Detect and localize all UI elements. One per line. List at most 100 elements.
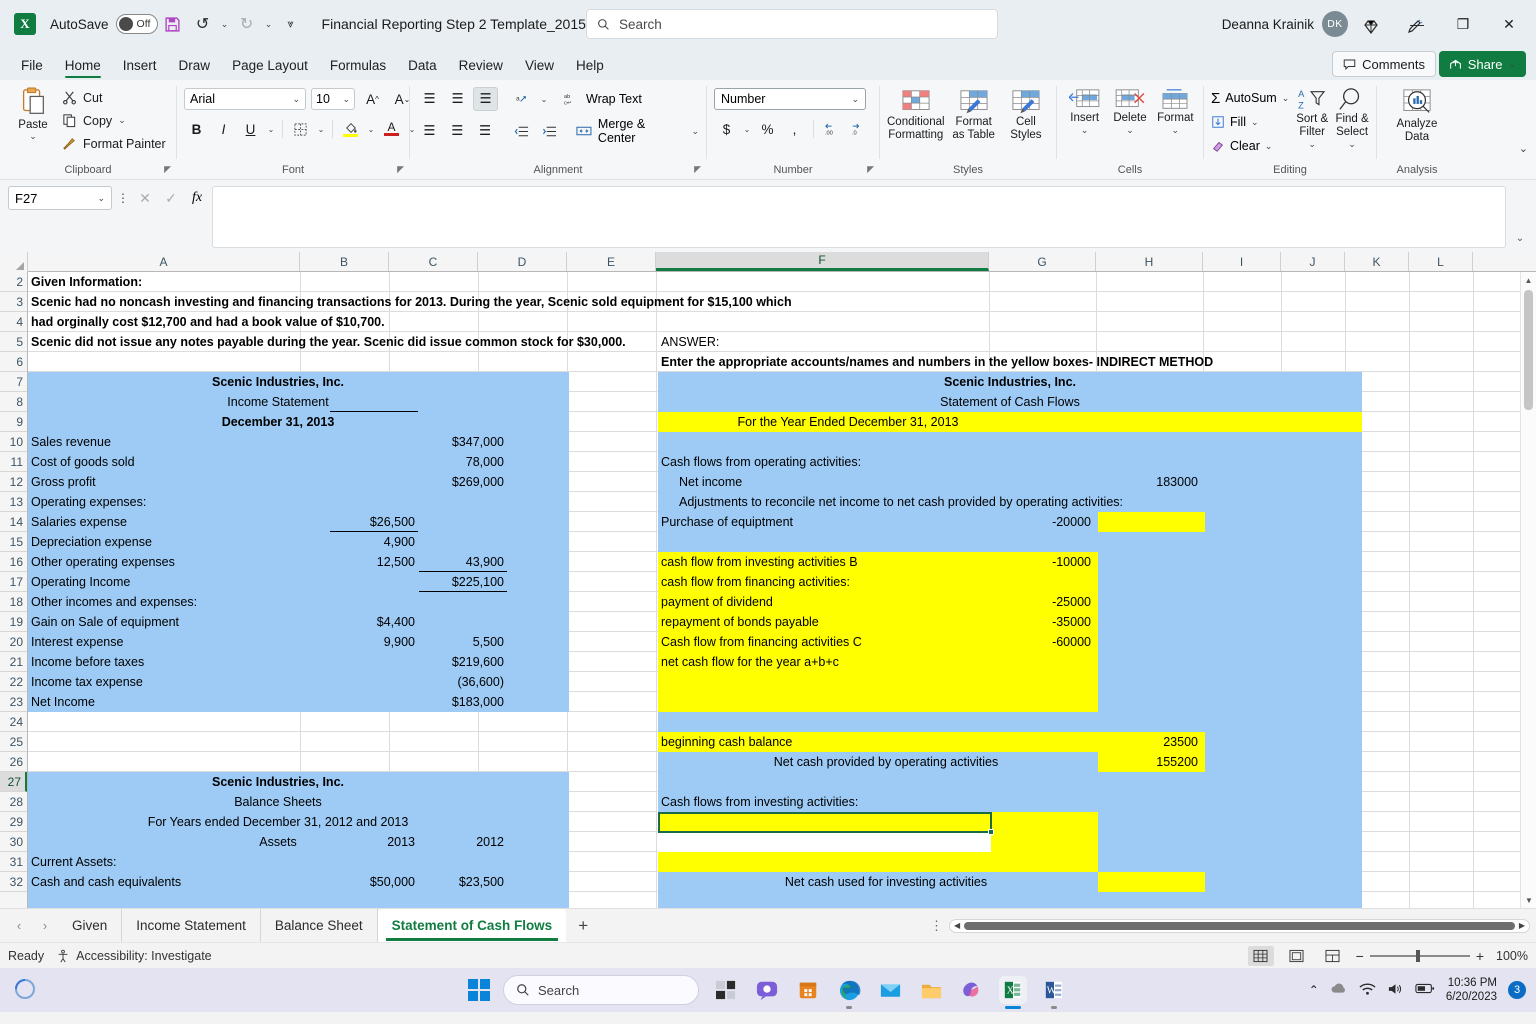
row-header-27[interactable]: 27 — [0, 772, 27, 792]
cell-c20[interactable]: 5,500 — [419, 632, 507, 652]
bold-button[interactable]: B — [184, 117, 209, 141]
copy-chevron-icon[interactable]: ⌄ — [118, 115, 126, 126]
row-header-15[interactable]: 15 — [0, 532, 27, 552]
horizontal-scrollbar[interactable]: ◀ ▶ — [949, 918, 1530, 933]
orientation-button[interactable]: a — [510, 87, 535, 111]
font-size-chevron-icon[interactable]: ⌄ — [342, 94, 350, 105]
align-left-button[interactable]: ☰ — [417, 119, 442, 143]
search-input[interactable]: Search — [586, 9, 998, 39]
cell-a32[interactable]: Cash and cash equivalents — [28, 872, 300, 892]
insert-cells-button[interactable]: Insert ⌄ — [1064, 88, 1105, 136]
delete-chevron-icon[interactable]: ⌄ — [1126, 125, 1134, 135]
name-box[interactable]: F27 ⌄ — [8, 186, 112, 210]
currency-format-button[interactable]: $ — [714, 117, 739, 141]
cell-a17[interactable]: Operating Income — [28, 572, 300, 592]
delete-cells-button[interactable]: Delete ⌄ — [1109, 88, 1150, 136]
row-header-12[interactable]: 12 — [0, 472, 27, 492]
cell-g14[interactable]: -20000 — [991, 512, 1094, 532]
cell-f7[interactable]: Scenic Industries, Inc. — [658, 372, 1362, 392]
microsoft-store-icon[interactable] — [794, 976, 822, 1004]
row-header-17[interactable]: 17 — [0, 572, 27, 592]
ribbon-tab-formulas[interactable]: Formulas — [319, 55, 397, 80]
number-dialog-launcher[interactable]: ◤ — [867, 164, 874, 175]
fill-color-chevron-icon[interactable]: ⌄ — [365, 125, 377, 134]
zoom-out-button[interactable]: − — [1356, 948, 1364, 964]
paste-button[interactable]: Paste ⌄ — [7, 84, 59, 142]
cell-a12[interactable]: Gross profit — [28, 472, 300, 492]
battery-icon[interactable] — [1415, 982, 1435, 998]
cell-b19[interactable]: $4,400 — [330, 612, 418, 632]
paste-chevron-icon[interactable]: ⌄ — [29, 131, 37, 142]
row-header-22[interactable]: 22 — [0, 672, 27, 692]
microsoft-edge-icon[interactable] — [835, 976, 863, 1009]
decrease-decimal-button[interactable]: .0 — [847, 117, 872, 141]
ribbon-tab-data[interactable]: Data — [397, 55, 448, 80]
decrease-indent-button[interactable] — [509, 119, 534, 143]
font-name-chevron-icon[interactable]: ⌄ — [292, 94, 300, 105]
align-center-button[interactable]: ☰ — [445, 119, 470, 143]
row-header-23[interactable]: 23 — [0, 692, 27, 712]
cell-c11[interactable]: 78,000 — [419, 452, 507, 472]
number-format-chevron-icon[interactable]: ⌄ — [851, 94, 859, 105]
sheet-tab-statement-of-cash-flows[interactable]: Statement of Cash Flows — [377, 908, 567, 943]
add-sheet-button[interactable]: + — [566, 911, 600, 941]
ribbon-tab-home[interactable]: Home — [54, 55, 112, 80]
quick-access-more-icon[interactable]: ⩔ — [276, 9, 306, 39]
row-header-7[interactable]: 7 — [0, 372, 27, 392]
user-account[interactable]: Deanna Krainik DK — [1222, 11, 1348, 37]
save-icon[interactable] — [158, 9, 188, 39]
format-chevron-icon[interactable]: ⌄ — [1172, 125, 1180, 135]
cell-c17[interactable]: $225,100 — [419, 572, 507, 592]
column-header-i[interactable]: I — [1203, 252, 1281, 271]
mail-icon[interactable] — [876, 976, 904, 1004]
row-header-26[interactable]: 26 — [0, 752, 27, 772]
cell-a16[interactable]: Other operating expenses — [28, 552, 300, 572]
column-header-a[interactable]: A — [28, 252, 300, 271]
sort-filter-button[interactable]: AZ Sort & Filter ⌄ — [1295, 87, 1329, 150]
cell-c10[interactable]: $347,000 — [419, 432, 507, 452]
font-size-select[interactable]: 10 ⌄ — [311, 88, 355, 110]
fill-chevron-icon[interactable]: ⌄ — [1251, 117, 1259, 128]
row-header-30[interactable]: 30 — [0, 832, 27, 852]
page-break-view-button[interactable] — [1320, 946, 1346, 966]
font-name-select[interactable]: Arial ⌄ — [184, 88, 306, 110]
ribbon-tab-review[interactable]: Review — [448, 55, 514, 80]
clear-chevron-icon[interactable]: ⌄ — [1265, 141, 1273, 152]
scroll-up-icon[interactable]: ▲ — [1521, 272, 1536, 288]
cell-a31[interactable]: Current Assets: — [28, 852, 300, 872]
cell-b20[interactable]: 9,900 — [330, 632, 418, 652]
align-top-button[interactable]: ☰ — [417, 87, 442, 111]
formula-bar-more-icon[interactable]: ⋮ — [116, 186, 130, 210]
row-header-10[interactable]: 10 — [0, 432, 27, 452]
sheet-tab-given[interactable]: Given — [58, 908, 123, 943]
onedrive-icon[interactable] — [1330, 982, 1348, 999]
cell-f13[interactable]: Adjustments to reconcile net income to n… — [676, 492, 1236, 512]
cell-a11[interactable]: Cost of goods sold — [28, 452, 300, 472]
row-header-20[interactable]: 20 — [0, 632, 27, 652]
align-middle-button[interactable]: ☰ — [445, 87, 470, 111]
cell-f30[interactable]: Net cash used for investing activities — [676, 872, 1096, 892]
ribbon-tab-page-layout[interactable]: Page Layout — [221, 55, 319, 80]
cell-g18[interactable]: -25000 — [991, 592, 1094, 612]
cell-c16[interactable]: 43,900 — [419, 552, 507, 572]
conditional-formatting-button[interactable]: Conditional Formatting — [887, 88, 945, 142]
zoom-knob[interactable] — [1415, 949, 1420, 962]
row-header-5[interactable]: 5 — [0, 332, 27, 352]
cell-a18[interactable]: Other incomes and expenses: — [28, 592, 300, 612]
normal-view-button[interactable] — [1247, 945, 1274, 966]
volume-icon[interactable] — [1387, 982, 1404, 999]
row-header-13[interactable]: 13 — [0, 492, 27, 512]
page-layout-view-button[interactable] — [1284, 946, 1310, 966]
format-cells-button[interactable]: Format ⌄ — [1155, 88, 1196, 136]
excel-taskbar-icon[interactable]: X — [999, 976, 1027, 1009]
cell-a9[interactable]: December 31, 2013 — [28, 412, 528, 432]
cell-a10[interactable]: Sales revenue — [28, 432, 300, 452]
cell-d32[interactable]: $23,500 — [419, 872, 507, 892]
undo-chevron-icon[interactable]: ⌄ — [218, 9, 232, 39]
column-header-e[interactable]: E — [567, 252, 656, 271]
word-taskbar-icon[interactable]: W — [1040, 976, 1068, 1009]
autosum-button[interactable]: Σ AutoSum ⌄ — [1211, 87, 1289, 109]
cell-a28[interactable]: Balance Sheets — [28, 792, 528, 812]
cell-f14[interactable]: Purchase of equiptment — [658, 512, 988, 532]
cell-a4[interactable]: had orginally cost $12,700 and had a boo… — [28, 312, 728, 332]
